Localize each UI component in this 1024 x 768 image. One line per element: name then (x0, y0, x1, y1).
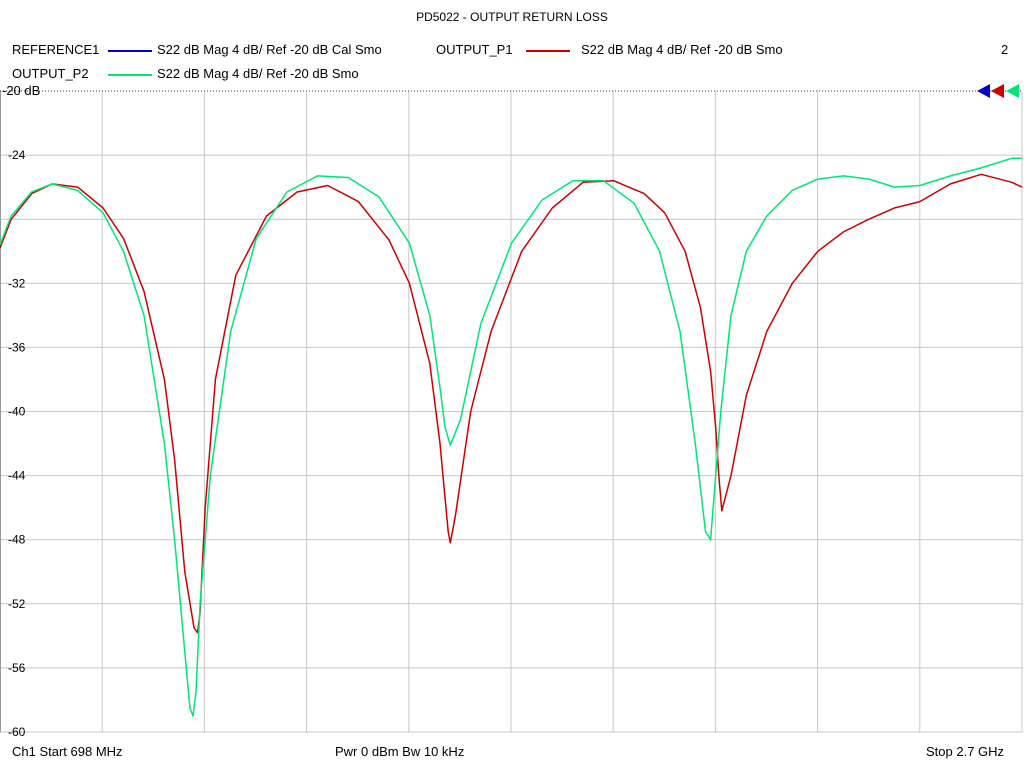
reference-marker-2 (991, 84, 1004, 98)
reference-marker-1 (977, 84, 990, 98)
y-tick-label: -56 (8, 661, 26, 675)
footer-start: Ch1 Start 698 MHz (12, 744, 123, 759)
footer-power-bandwidth: Pwr 0 dBm Bw 10 kHz (335, 744, 465, 759)
reference-marker-3 (1006, 84, 1019, 98)
y-tick-label: -48 (8, 533, 26, 547)
y-tick-label: -52 (8, 597, 26, 611)
y-tick-label: -60 (8, 725, 26, 739)
y-tick-label: -44 (8, 469, 26, 483)
y-tick-label: -36 (8, 340, 26, 354)
chart-plot: -24 -32 -36 -40 -44 -48 -52 -56 -60 -20 dB (0, 83, 1023, 739)
y-tick-label: -24 (8, 148, 26, 162)
footer-stop: Stop 2.7 GHz (926, 744, 1005, 759)
reference-level-label: -20 dB (2, 83, 40, 98)
y-tick-label: -32 (8, 276, 26, 290)
y-tick-label: -40 (8, 405, 26, 419)
